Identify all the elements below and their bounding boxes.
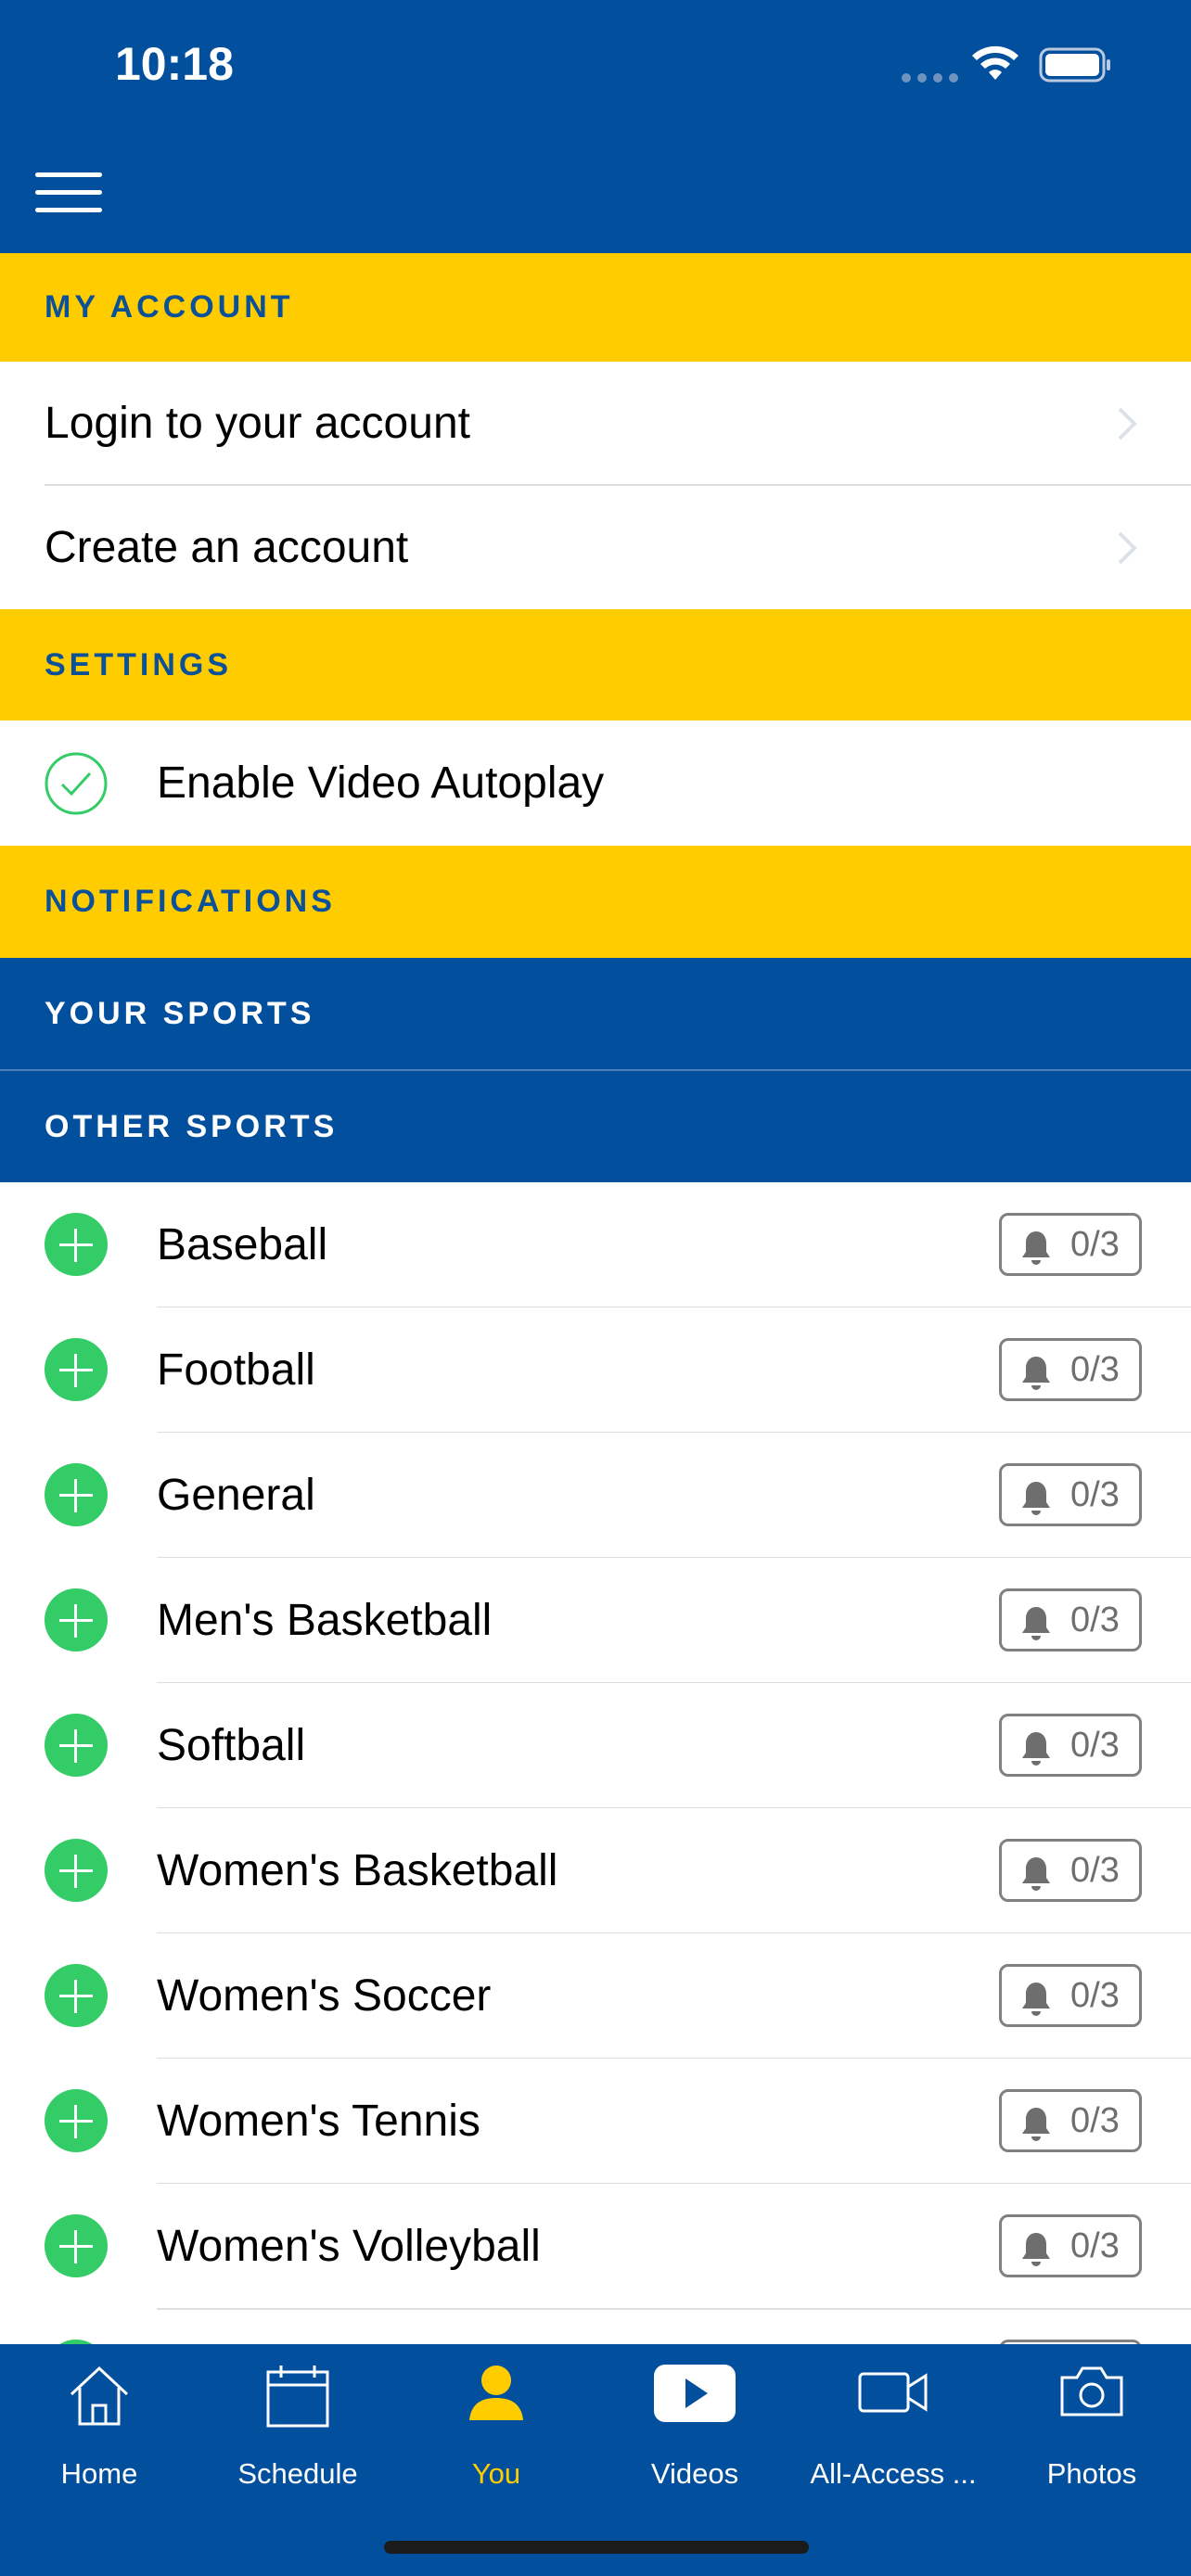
tab-photos[interactable]: Photos (992, 2344, 1191, 2511)
notification-count: 0/3 (1070, 1975, 1120, 2015)
notification-badge[interactable]: 0/3 (999, 2214, 1142, 2277)
bell-icon (1022, 1732, 1050, 1766)
notification-count: 0/3 (1070, 1850, 1120, 1890)
sport-name: Softball (157, 1721, 306, 1770)
autoplay-row[interactable]: Enable Video Autoplay (0, 721, 1191, 846)
add-circle-icon[interactable] (45, 1213, 108, 1276)
create-account-label: Create an account (45, 523, 409, 572)
notification-count: 0/3 (1070, 2225, 1120, 2265)
notification-badge[interactable]: 0/3 (999, 1213, 1142, 1276)
sport-row[interactable]: Softball 0/3 (0, 1683, 1191, 1808)
tab-label: Home (60, 2457, 138, 2490)
sport-name: Men's Basketball (157, 1596, 493, 1645)
add-circle-icon[interactable] (45, 1839, 108, 1902)
sport-name: Baseball (157, 1220, 328, 1269)
tab-home[interactable]: Home (0, 2344, 198, 2511)
section-title: YOUR SPORTS (45, 995, 315, 1031)
add-circle-icon[interactable] (45, 2089, 108, 2152)
notification-count: 0/3 (1070, 1224, 1120, 1264)
add-circle-icon[interactable] (45, 1714, 108, 1777)
tab-you[interactable]: You (397, 2344, 596, 2511)
notification-badge[interactable]: 0/3 (999, 1338, 1142, 1401)
bell-icon (1022, 1857, 1050, 1891)
section-your-sports: YOUR SPORTS (0, 958, 1191, 1069)
person-icon (469, 2366, 523, 2420)
bell-icon (1022, 2108, 1050, 2141)
bell-icon (1022, 1231, 1050, 1265)
notification-badge[interactable]: 0/3 (999, 2089, 1142, 2152)
bell-icon (1022, 1607, 1050, 1640)
section-title: SETTINGS (45, 646, 233, 682)
notification-badge[interactable]: 0/3 (999, 1714, 1142, 1777)
sport-name: Football (157, 1345, 315, 1395)
sport-row[interactable]: Women's Volleyball 0/3 (0, 2184, 1191, 2309)
login-row[interactable]: Login to your account (0, 362, 1191, 485)
section-settings: SETTINGS (0, 609, 1191, 721)
cellular-signal-icon (902, 73, 958, 83)
home-indicator (384, 2541, 809, 2554)
sport-row[interactable]: Men's Basketball 0/3 (0, 1558, 1191, 1683)
sport-row[interactable]: General 0/3 (0, 1433, 1191, 1558)
tab-label: You (471, 2457, 521, 2490)
status-time: 10:18 (115, 38, 234, 90)
add-circle-icon[interactable] (45, 1338, 108, 1401)
notification-count: 0/3 (1070, 1600, 1120, 1639)
section-notifications: NOTIFICATIONS (0, 846, 1191, 958)
wifi-icon (972, 45, 1018, 80)
add-circle-icon[interactable] (45, 1588, 108, 1651)
chevron-right-icon (1118, 407, 1137, 440)
sport-name: Women's Basketball (157, 1846, 558, 1895)
notification-badge[interactable]: 0/3 (999, 1964, 1142, 2027)
create-account-row[interactable]: Create an account (0, 486, 1191, 609)
bell-icon (1022, 1482, 1050, 1515)
bell-icon (1022, 1357, 1050, 1390)
add-circle-icon[interactable] (45, 1964, 108, 2027)
autoplay-label: Enable Video Autoplay (157, 759, 605, 808)
calendar-icon (266, 2366, 329, 2428)
sport-row[interactable]: Baseball 0/3 (0, 1182, 1191, 1307)
notification-badge[interactable]: 0/3 (999, 1839, 1142, 1902)
tab-schedule[interactable]: Schedule (198, 2344, 397, 2511)
play-icon (654, 2365, 736, 2422)
camera-icon (1060, 2366, 1123, 2417)
sport-row[interactable]: Women's Soccer 0/3 (0, 1933, 1191, 2059)
notification-count: 0/3 (1070, 1474, 1120, 1514)
add-circle-icon[interactable] (45, 2214, 108, 2277)
tab-label: Schedule (237, 2457, 358, 2490)
section-title: OTHER SPORTS (45, 1108, 339, 1144)
battery-icon (1039, 47, 1110, 83)
sport-row[interactable]: Football 0/3 (0, 1307, 1191, 1433)
tab-label: Videos (650, 2457, 739, 2490)
section-my-account: MY ACCOUNT (0, 253, 1191, 362)
video-camera-icon (858, 2372, 928, 2413)
chevron-right-icon (1118, 531, 1137, 564)
section-title: MY ACCOUNT (45, 289, 294, 325)
notification-count: 0/3 (1070, 2100, 1120, 2140)
notification-count: 0/3 (1070, 1725, 1120, 1765)
sport-name: Women's Volleyball (157, 2222, 541, 2271)
add-circle-icon[interactable] (45, 1463, 108, 1526)
sport-name: Women's Soccer (157, 1971, 492, 2021)
sport-name: Women's Tennis (157, 2097, 480, 2146)
checkmark-circle-icon[interactable] (45, 752, 108, 815)
menu-icon[interactable] (35, 172, 102, 213)
tab-all-access[interactable]: All-Access ... (794, 2344, 992, 2511)
top-bar: 10:18 (0, 0, 1191, 253)
notification-badge[interactable]: 0/3 (999, 1463, 1142, 1526)
tab-label: Photos (1046, 2457, 1137, 2490)
tab-label: All-Access ... (810, 2457, 977, 2490)
notification-count: 0/3 (1070, 1349, 1120, 1389)
bell-icon (1022, 2233, 1050, 2266)
sport-row[interactable]: Women's Basketball 0/3 (0, 1808, 1191, 1933)
sport-name: General (157, 1471, 315, 1520)
notification-badge[interactable]: 0/3 (999, 1588, 1142, 1651)
section-title: NOTIFICATIONS (45, 884, 336, 919)
login-label: Login to your account (45, 399, 470, 448)
tab-videos[interactable]: Videos (596, 2344, 794, 2511)
sport-row[interactable]: Women's Tennis 0/3 (0, 2059, 1191, 2184)
home-icon (70, 2366, 129, 2426)
section-other-sports: OTHER SPORTS (0, 1071, 1191, 1182)
bell-icon (1022, 1983, 1050, 2016)
